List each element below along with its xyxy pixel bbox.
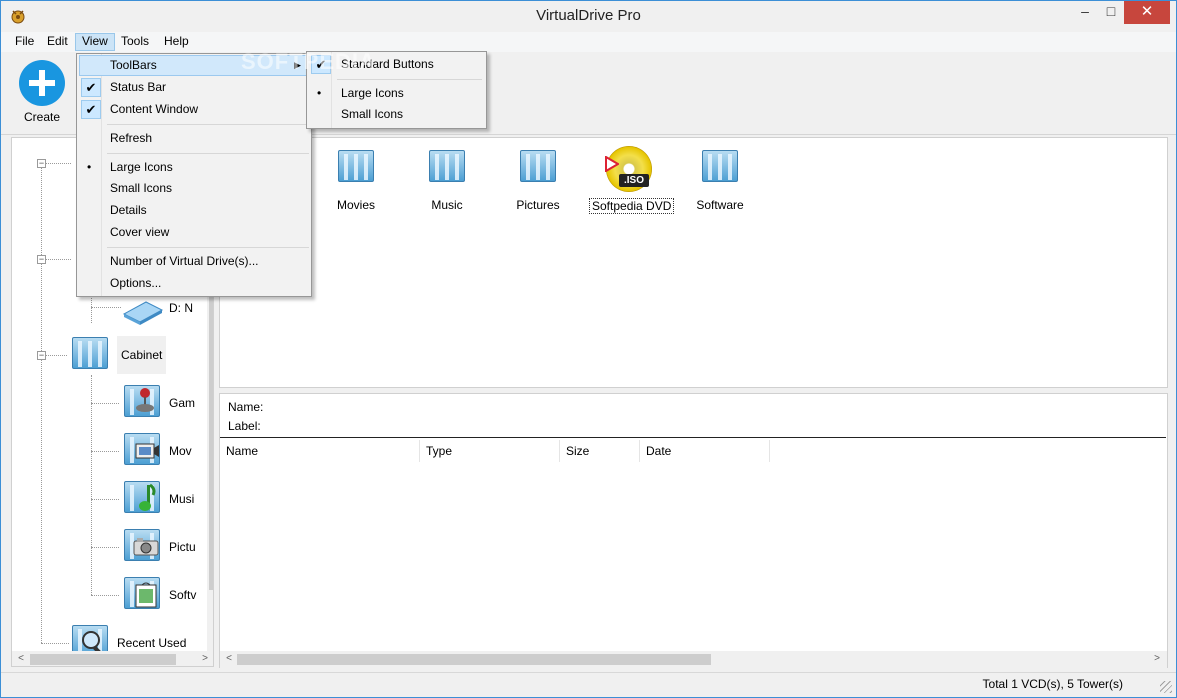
tower-icon xyxy=(332,146,380,190)
plus-icon xyxy=(19,60,65,106)
tree-item-movies[interactable]: Mov xyxy=(120,431,192,471)
tree-item-label: Softv xyxy=(169,588,197,602)
menu-item-large-icons[interactable]: • Large Icons xyxy=(79,157,309,178)
name-field-label: Name: xyxy=(228,400,264,414)
scroll-down-icon[interactable]: ∨ xyxy=(209,636,213,650)
menu-tools[interactable]: Tools xyxy=(115,33,155,51)
tree-item-label: Gam xyxy=(169,396,196,410)
tower-icon xyxy=(514,146,562,190)
content-item-label: Pictures xyxy=(516,198,560,212)
music-tower-icon xyxy=(120,479,166,519)
tree-item-label: Recent Used xyxy=(117,636,187,650)
check-icon: ✔ xyxy=(81,100,101,119)
menu-item-content-window[interactable]: ✔ Content Window xyxy=(79,99,309,120)
games-tower-icon xyxy=(120,383,166,423)
content-item-softpedia-dvd[interactable]: .ISO Softpedia DVD xyxy=(589,146,675,214)
tree-item-software[interactable]: Softv xyxy=(120,575,196,615)
content-item-music[interactable]: Music xyxy=(407,146,487,212)
menu-item-label: Large Icons xyxy=(341,86,404,100)
create-button-label: Create xyxy=(23,110,61,124)
content-item-label: Movies xyxy=(336,198,375,212)
tower-icon xyxy=(423,146,471,190)
column-header-name[interactable]: Name xyxy=(220,440,420,462)
menu-item-label: Status Bar xyxy=(110,80,167,94)
window-title: VirtualDrive Pro xyxy=(536,7,641,24)
menu-item-small-icons[interactable]: Small Icons xyxy=(79,178,309,199)
iso-badge: .ISO xyxy=(619,174,649,187)
content-item-label: Softpedia DVD xyxy=(589,198,675,214)
menu-item-options[interactable]: Options... xyxy=(79,273,309,294)
tree-expander[interactable]: − xyxy=(37,255,46,264)
radio-bullet-icon: • xyxy=(317,86,322,100)
tree-item-pictures[interactable]: Pictu xyxy=(120,527,196,567)
column-header-type[interactable]: Type xyxy=(420,440,560,462)
scrollbar-thumb[interactable] xyxy=(237,654,711,665)
radio-bullet-icon: • xyxy=(87,160,92,174)
iso-disc-icon: .ISO xyxy=(605,146,653,192)
tree-item-label: Musi xyxy=(169,492,195,506)
minimize-button[interactable]: – xyxy=(1072,1,1098,24)
watermark: SOFTPEDIA xyxy=(241,49,376,74)
movies-tower-icon xyxy=(120,431,166,471)
menu-view[interactable]: View xyxy=(75,33,115,51)
submenu-item-large-icons[interactable]: • Large Icons xyxy=(309,83,484,104)
content-item-label: Music xyxy=(431,198,463,212)
cabinet-icon xyxy=(68,335,114,375)
menu-item-refresh[interactable]: Refresh xyxy=(79,128,309,149)
tree-item-label: Pictu xyxy=(169,540,196,554)
menu-item-cover-view[interactable]: Cover view xyxy=(79,222,309,243)
check-icon: ✔ xyxy=(81,78,101,97)
label-field-label: Label: xyxy=(228,419,261,433)
menu-edit[interactable]: Edit xyxy=(41,33,74,51)
maximize-button[interactable]: □ xyxy=(1098,1,1124,24)
menu-item-label: ToolBars xyxy=(110,58,157,72)
details-horizontal-scrollbar[interactable]: < > xyxy=(220,651,1167,668)
software-tower-icon xyxy=(120,575,166,615)
scroll-right-icon[interactable]: > xyxy=(198,652,212,666)
menu-item-status-bar[interactable]: ✔ Status Bar xyxy=(79,77,309,98)
menu-item-details[interactable]: Details xyxy=(79,200,309,221)
menu-file[interactable]: File xyxy=(9,33,40,51)
content-item-pictures[interactable]: Pictures xyxy=(498,146,578,212)
menu-bar: File Edit View Tools Help xyxy=(1,32,1176,52)
content-item-software[interactable]: Software xyxy=(680,146,760,212)
scroll-left-icon[interactable]: < xyxy=(14,652,28,666)
tree-item-cabinet[interactable]: Cabinet xyxy=(68,335,167,375)
app-window: VirtualDrive Pro – □ ✕ File Edit View To… xyxy=(0,0,1177,698)
tree-item-label: Cabinet xyxy=(117,336,167,374)
tree-expander[interactable]: − xyxy=(37,159,46,168)
view-menu-dropdown: ToolBars ▶ ✔ Status Bar ✔ Content Window… xyxy=(76,53,312,297)
content-item-label: Software xyxy=(696,198,744,212)
content-item-movies[interactable]: Movies xyxy=(316,146,396,212)
menu-item-label: Large Icons xyxy=(110,160,173,174)
scrollbar-thumb[interactable] xyxy=(30,654,176,665)
title-bar[interactable]: VirtualDrive Pro – □ ✕ xyxy=(1,1,1176,32)
menu-item-label: Content Window xyxy=(110,102,199,116)
tree-horizontal-scrollbar[interactable]: < > xyxy=(12,651,213,666)
details-panel: Name: Label: Name Type Size Date < > xyxy=(219,393,1168,668)
pictures-tower-icon xyxy=(120,527,166,567)
column-header-date[interactable]: Date xyxy=(640,440,770,462)
status-bar: Total 1 VCD(s), 5 Tower(s) xyxy=(1,672,1176,697)
tree-item-music[interactable]: Musi xyxy=(120,479,194,519)
tree-item-games[interactable]: Gam xyxy=(120,383,195,423)
tree-item-label: D: N xyxy=(169,301,193,315)
content-panel: Movies Music Pictures .ISO Softpedia DVD xyxy=(219,137,1168,388)
tree-expander[interactable]: − xyxy=(37,351,46,360)
resize-grip-icon[interactable] xyxy=(1160,681,1172,693)
create-button[interactable]: Create xyxy=(15,60,69,130)
status-text: Total 1 VCD(s), 5 Tower(s) xyxy=(982,677,1123,691)
tree-item-label: Mov xyxy=(169,444,192,458)
menu-item-number-of-drives[interactable]: Number of Virtual Drive(s)... xyxy=(79,251,309,272)
tower-icon xyxy=(696,146,744,190)
menu-help[interactable]: Help xyxy=(158,33,195,51)
submenu-item-small-icons[interactable]: Small Icons xyxy=(309,104,484,125)
column-header-size[interactable]: Size xyxy=(560,440,640,462)
scroll-right-icon[interactable]: > xyxy=(1150,652,1164,666)
scroll-left-icon[interactable]: < xyxy=(222,652,236,666)
close-button[interactable]: ✕ xyxy=(1124,1,1170,24)
